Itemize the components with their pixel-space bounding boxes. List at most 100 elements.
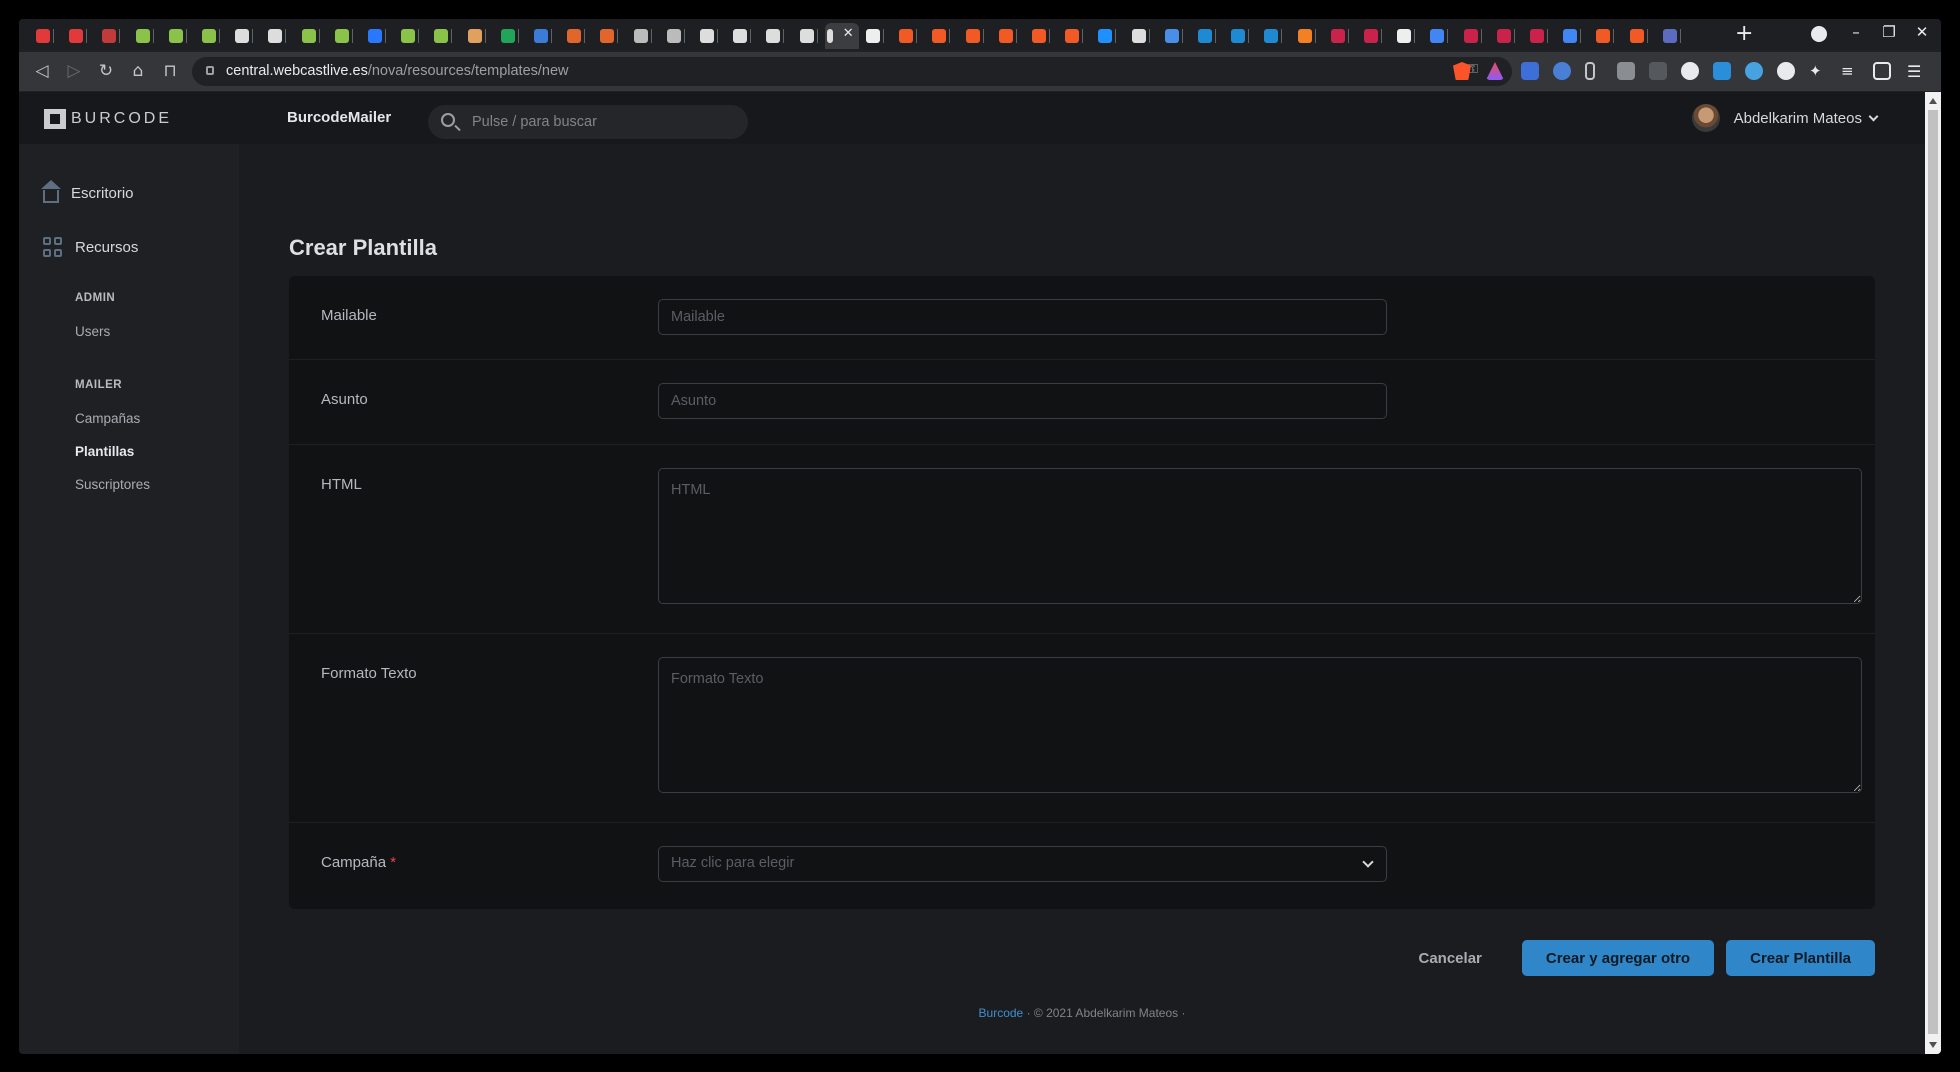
browser-tab[interactable] — [1588, 23, 1616, 49]
browser-tab[interactable] — [1024, 23, 1052, 49]
browser-tab[interactable] — [858, 23, 886, 49]
browser-tab[interactable] — [891, 23, 919, 49]
browser-tab[interactable] — [194, 23, 222, 49]
extension-icon[interactable] — [1681, 62, 1699, 80]
browser-tab[interactable] — [1190, 23, 1218, 49]
browser-tab[interactable] — [161, 23, 189, 49]
browser-tab[interactable] — [61, 23, 89, 49]
html-textarea[interactable] — [658, 468, 1862, 604]
browser-tab[interactable] — [94, 23, 122, 49]
browser-tab[interactable] — [327, 23, 355, 49]
extension-icon[interactable] — [1745, 62, 1763, 80]
browser-tab[interactable] — [426, 23, 454, 49]
browser-tab[interactable] — [1090, 23, 1118, 49]
extension-icon[interactable] — [1713, 62, 1731, 80]
browser-tab[interactable] — [1522, 23, 1550, 49]
new-tab-icon[interactable]: + — [1735, 21, 1753, 46]
browser-tab[interactable] — [1223, 23, 1251, 49]
back-icon[interactable]: ◁ — [31, 60, 53, 82]
extension-icon[interactable] — [1521, 62, 1539, 80]
asunto-input[interactable] — [658, 383, 1387, 419]
close-tab-icon[interactable]: ✕ — [843, 26, 854, 41]
browser-tab[interactable] — [1323, 23, 1351, 49]
browser-tab[interactable] — [1356, 23, 1384, 49]
browser-tab[interactable] — [360, 23, 388, 49]
browser-tab[interactable] — [294, 23, 322, 49]
browser-tab[interactable] — [758, 23, 786, 49]
browser-tab[interactable] — [493, 23, 521, 49]
address-bar[interactable]: central.webcastlive.es/nova/resources/te… — [192, 57, 1512, 86]
campana-select[interactable]: Haz clic para elegir — [658, 846, 1387, 882]
page-scrollbar[interactable] — [1925, 92, 1941, 1054]
browser-tab[interactable] — [1655, 23, 1683, 49]
user-menu[interactable]: Abdelkarim Mateos — [1691, 104, 1879, 132]
cancel-button[interactable]: Cancelar — [1419, 950, 1482, 967]
scroll-up-icon[interactable] — [1929, 98, 1937, 104]
browser-tab[interactable] — [692, 23, 720, 49]
extension-icon[interactable] — [1777, 62, 1795, 80]
browser-tab[interactable] — [1124, 23, 1152, 49]
extension-icon[interactable] — [1585, 62, 1595, 80]
browser-tab[interactable] — [1389, 23, 1417, 49]
browser-tab[interactable] — [460, 23, 488, 49]
tab-search-icon[interactable] — [1811, 26, 1827, 42]
puzzle-icon[interactable]: ✦ — [1809, 62, 1827, 80]
footer-link[interactable]: Burcode — [979, 1006, 1024, 1020]
maximize-icon[interactable]: ❐ — [1879, 23, 1899, 41]
browser-tab[interactable] — [128, 23, 156, 49]
sidebar-item-users[interactable]: Users — [75, 324, 110, 339]
create-template-button[interactable]: Crear Plantilla — [1726, 940, 1875, 976]
formato-texto-textarea[interactable] — [658, 657, 1862, 793]
browser-tab[interactable] — [1157, 23, 1185, 49]
browser-tab[interactable] — [958, 23, 986, 49]
sidebar-item-escritorio[interactable]: Escritorio — [41, 180, 134, 203]
minimize-icon[interactable]: – — [1846, 23, 1866, 41]
browser-tab[interactable] — [626, 23, 654, 49]
scroll-thumb[interactable] — [1928, 110, 1938, 1034]
reading-list-icon[interactable]: ≡ — [1841, 62, 1859, 80]
browser-tab[interactable] — [725, 23, 753, 49]
reload-icon[interactable]: ↻ — [95, 60, 117, 82]
browser-tab[interactable] — [1256, 23, 1284, 49]
browser-tab[interactable] — [1290, 23, 1318, 49]
browser-tab[interactable] — [924, 23, 952, 49]
extension-icon[interactable] — [1553, 62, 1571, 80]
search-input[interactable] — [472, 105, 732, 139]
sidebar-item-recursos[interactable]: Recursos — [43, 237, 138, 257]
browser-tab[interactable] — [526, 23, 554, 49]
browser-tab[interactable] — [1489, 23, 1517, 49]
logo[interactable]: BURCODE — [19, 92, 239, 144]
extension-icon[interactable] — [1649, 62, 1667, 80]
forward-icon[interactable]: ▷ — [63, 60, 85, 82]
browser-tab[interactable] — [1622, 23, 1650, 49]
browser-tab[interactable] — [1057, 23, 1085, 49]
close-window-icon[interactable]: ✕ — [1912, 23, 1932, 41]
url-text[interactable]: central.webcastlive.es/nova/resources/te… — [226, 63, 569, 79]
browser-tab[interactable] — [1422, 23, 1450, 49]
brave-shield-icon[interactable] — [1453, 62, 1471, 80]
sidebar-item-plantillas[interactable]: Plantillas — [75, 444, 134, 459]
browser-tab[interactable] — [592, 23, 620, 49]
wallet-icon[interactable] — [1873, 62, 1891, 80]
browser-tab[interactable] — [792, 23, 820, 49]
browser-tab[interactable] — [260, 23, 288, 49]
home-icon[interactable]: ⌂ — [127, 60, 149, 82]
browser-tab[interactable] — [991, 23, 1019, 49]
global-search[interactable] — [428, 105, 748, 139]
browser-tab[interactable] — [1555, 23, 1583, 49]
browser-tab[interactable] — [659, 23, 687, 49]
browser-tab[interactable] — [559, 23, 587, 49]
scroll-down-icon[interactable] — [1929, 1042, 1937, 1048]
browser-tab[interactable] — [227, 23, 255, 49]
camera-icon[interactable] — [1617, 62, 1635, 80]
browser-tab[interactable] — [393, 23, 421, 49]
browser-tab-active[interactable]: ✕ — [824, 23, 859, 49]
browser-tab[interactable] — [28, 23, 56, 49]
browser-tab[interactable] — [1456, 23, 1484, 49]
sidebar-item-suscriptores[interactable]: Suscriptores — [75, 477, 150, 492]
mailable-input[interactable] — [658, 299, 1387, 335]
menu-icon[interactable]: ☰ — [1907, 62, 1925, 81]
create-and-add-another-button[interactable]: Crear y agregar otro — [1521, 940, 1715, 976]
app-name[interactable]: BurcodeMailer — [287, 109, 391, 126]
bookmark-icon[interactable]: ⊓ — [159, 60, 181, 82]
